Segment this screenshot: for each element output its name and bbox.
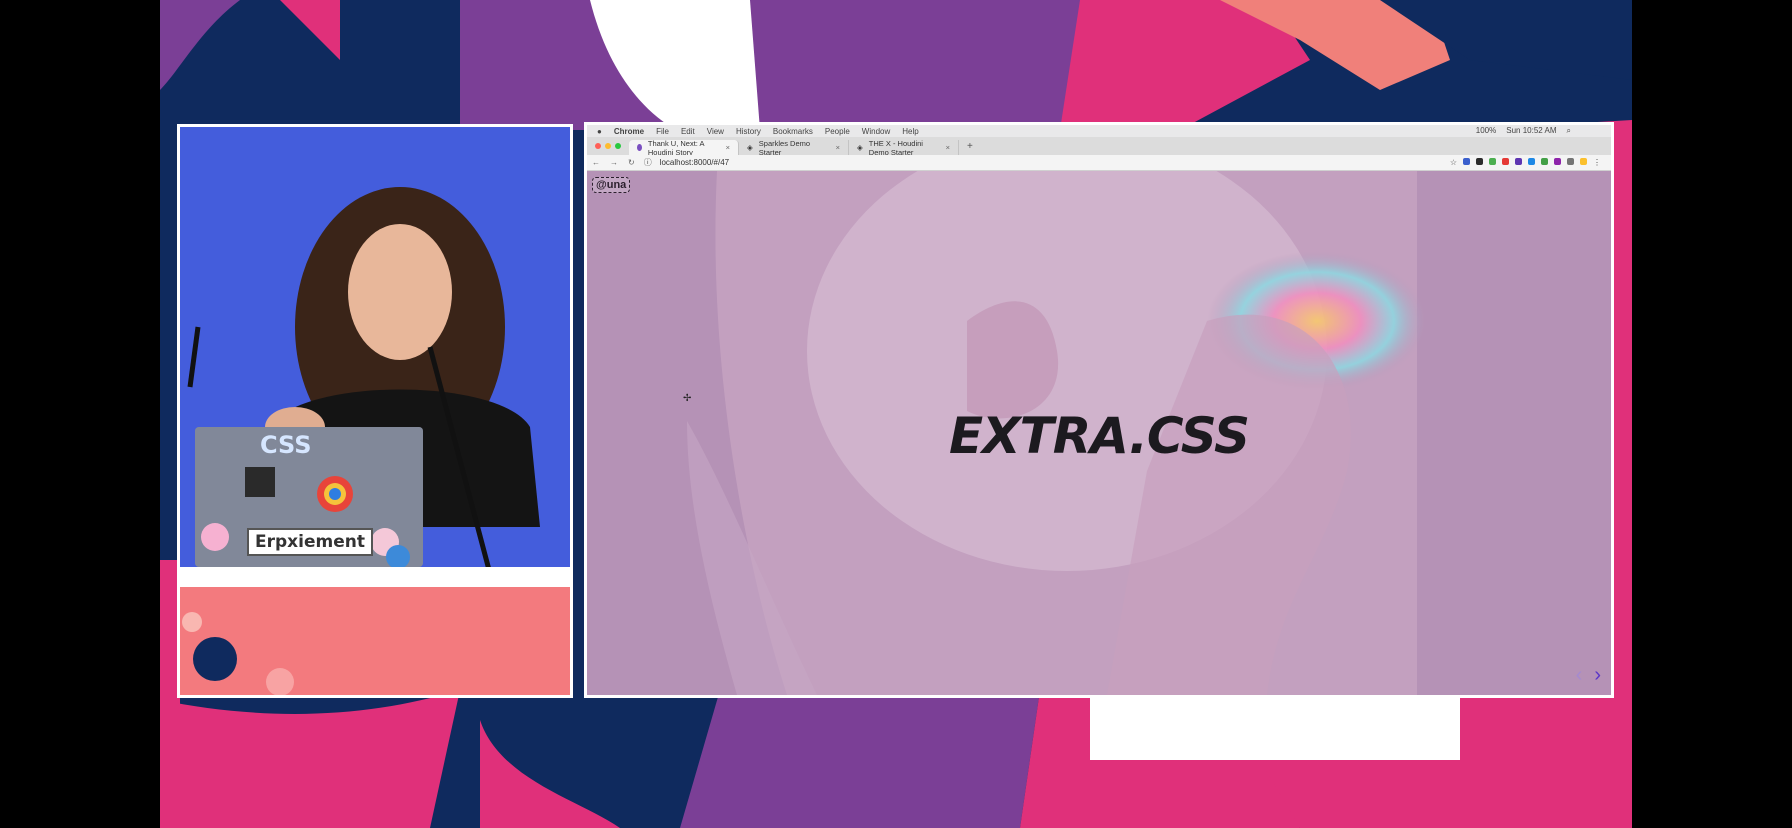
bookmark-star-icon[interactable]: ☆ <box>1450 158 1457 167</box>
extension-icon[interactable] <box>1554 158 1561 165</box>
speaker-figure <box>180 127 570 695</box>
reload-icon[interactable]: ↻ <box>623 158 640 167</box>
menu-file[interactable]: File <box>656 127 669 136</box>
extension-icon[interactable] <box>1580 158 1587 165</box>
maximize-window-icon[interactable] <box>615 143 621 149</box>
extension-icon[interactable] <box>1541 158 1548 165</box>
conference-stage-background: CSS Erpxiement ● Chrome File Edit View H… <box>160 0 1632 828</box>
extension-icon[interactable] <box>1476 158 1483 165</box>
tab-label: Sparkles Demo Starter <box>758 138 811 157</box>
menu-window[interactable]: Window <box>862 127 890 136</box>
screen-share-window: ● Chrome File Edit View History Bookmark… <box>584 122 1614 698</box>
extension-icon[interactable] <box>1515 158 1522 165</box>
extension-icon[interactable] <box>1567 158 1574 165</box>
slide-content: @una ✢ EXTRA.CSS ‹ › <box>587 171 1611 695</box>
tab-thank-u-next[interactable]: Thank U, Next: A Houdini Story × <box>629 138 739 157</box>
tab-bar: Thank U, Next: A Houdini Story × ◈ Spark… <box>587 137 1611 157</box>
extension-icon[interactable] <box>1528 158 1535 165</box>
close-window-icon[interactable] <box>595 143 601 149</box>
apple-icon[interactable]: ● <box>597 127 602 136</box>
forward-icon[interactable]: → <box>605 158 623 167</box>
twitter-handle: @una <box>592 177 631 193</box>
menu-chrome[interactable]: Chrome <box>614 127 644 136</box>
close-tab-icon[interactable]: × <box>836 143 840 152</box>
tab-sparkles-demo[interactable]: ◈ Sparkles Demo Starter × <box>739 138 849 157</box>
extensions-toolbar: ☆ ⋮ <box>1450 158 1611 167</box>
tab-label: THE X - Houdini Demo Starter <box>868 138 923 157</box>
menu-edit[interactable]: Edit <box>681 127 695 136</box>
speaker-video: CSS Erpxiement <box>177 124 573 698</box>
menu-history[interactable]: History <box>736 127 761 136</box>
next-slide-button[interactable]: › <box>1594 664 1601 687</box>
mouse-cursor-icon: ✢ <box>683 393 692 404</box>
close-tab-icon[interactable]: × <box>726 143 730 152</box>
tab-label: Thank U, Next: A Houdini Story <box>647 138 705 157</box>
laptop-sticker-css: CSS <box>260 431 312 459</box>
search-icon[interactable]: ⌕ <box>1567 126 1571 136</box>
menu-bookmarks[interactable]: Bookmarks <box>773 127 813 136</box>
mac-menubar: ● Chrome File Edit View History Bookmark… <box>587 125 1611 137</box>
menu-people[interactable]: People <box>825 127 850 136</box>
minimize-window-icon[interactable] <box>605 143 611 149</box>
slide-headline: EXTRA.CSS <box>948 407 1250 465</box>
address-bar: ← → ↻ ⓘ localhost:8000/#/47 ☆ ⋮ <box>587 155 1611 171</box>
clock: Sun 10:52 AM <box>1506 126 1557 135</box>
codepen-icon: ◈ <box>857 143 863 152</box>
previous-slide-button[interactable]: ‹ <box>1576 664 1583 687</box>
laptop-sticker-erpxiement: Erpxiement <box>247 528 373 556</box>
codepen-icon: ◈ <box>747 143 753 152</box>
extension-icon[interactable] <box>1489 158 1496 165</box>
back-icon[interactable]: ← <box>587 158 605 167</box>
window-controls <box>587 143 629 149</box>
close-tab-icon[interactable]: × <box>946 143 950 152</box>
extension-icon[interactable] <box>1463 158 1470 165</box>
tab-favicon <box>637 144 642 151</box>
new-tab-button[interactable]: + <box>959 141 981 152</box>
slide-navigation: ‹ › <box>1576 664 1601 687</box>
menu-help[interactable]: Help <box>902 127 918 136</box>
battery-percentage: 100% <box>1475 126 1497 135</box>
extension-icon[interactable] <box>1502 158 1509 165</box>
tab-the-x-houdini[interactable]: ◈ THE X - Houdini Demo Starter × <box>849 138 959 157</box>
menu-view[interactable]: View <box>707 127 724 136</box>
info-icon[interactable]: ⓘ <box>644 157 652 168</box>
menu-dots-icon[interactable]: ⋮ <box>1593 158 1601 167</box>
url-field[interactable]: localhost:8000/#/47 <box>660 158 729 167</box>
